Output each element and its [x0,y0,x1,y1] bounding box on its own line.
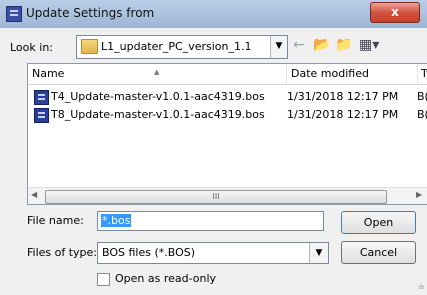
view-menu-icon[interactable]: ▦▾ [359,38,379,52]
app-icon [6,6,22,22]
file-list[interactable]: Name▲ Date modified Ty T4_Update-master-… [27,63,427,205]
resize-grip-icon[interactable]: ≐ [417,283,425,293]
cancel-button[interactable]: Cancel [341,241,416,264]
file-type-label: Files of type: [27,246,98,259]
look-in-label: Look in: [10,41,53,54]
back-arrow-icon[interactable]: ← [293,38,305,52]
read-only-label[interactable]: Open as read-only [115,272,216,285]
title-bar[interactable]: Update Settings from x [0,0,427,28]
column-header-date[interactable]: Date modified [287,64,418,84]
column-header-name[interactable]: Name ▲ [28,64,287,84]
file-name-input[interactable]: *.bos [97,211,324,231]
file-type-dropdown[interactable]: BOS files (*.BOS) ▼ [97,242,329,264]
look-in-dropdown[interactable]: L1_updater_PC_version_1.1 ▼ [76,35,288,59]
file-date: 1/31/2018 12:17 PM [287,108,399,121]
bos-file-icon [34,108,49,123]
file-type: B( [417,90,427,103]
read-only-checkbox[interactable] [97,273,110,286]
bos-file-icon [34,90,49,105]
open-button[interactable]: Open [341,211,416,234]
file-name-value: *.bos [101,214,132,227]
folder-icon [81,39,98,54]
look-in-value: L1_updater_PC_version_1.1 [101,40,252,53]
list-item[interactable]: T4_Update-master-v1.0.1-aac4319.bos 1/31… [28,88,427,106]
chevron-down-icon[interactable]: ▼ [270,36,287,58]
file-type-value: BOS files (*.BOS) [102,246,196,259]
dialog-title: Update Settings from [26,6,155,20]
file-name: T4_Update-master-v1.0.1-aac4319.bos [51,90,265,103]
file-name: T8_Update-master-v1.0.1-aac4319.bos [51,108,265,121]
new-folder-icon[interactable]: 📁 [335,38,352,52]
list-header: Name▲ Date modified Ty [28,64,427,85]
sort-arrow-icon: ▲ [154,68,160,76]
close-button[interactable]: x [370,2,420,23]
file-date: 1/31/2018 12:17 PM [287,90,399,103]
file-name-label: File name: [27,214,84,227]
chevron-down-icon[interactable]: ▼ [309,243,328,263]
horizontal-scrollbar[interactable]: ◀ III ▶ [28,187,427,204]
file-type: B( [417,108,427,121]
scroll-left-icon[interactable]: ◀ [31,190,37,199]
scrollbar-thumb[interactable]: III [45,190,387,204]
scroll-right-icon[interactable]: ▶ [416,190,422,199]
list-item[interactable]: T8_Update-master-v1.0.1-aac4319.bos 1/31… [28,106,427,124]
column-header-type[interactable]: Ty [417,64,427,84]
file-open-dialog: Update Settings from x Look in: L1_updat… [0,0,427,295]
up-folder-icon[interactable]: 📂 [313,38,330,52]
